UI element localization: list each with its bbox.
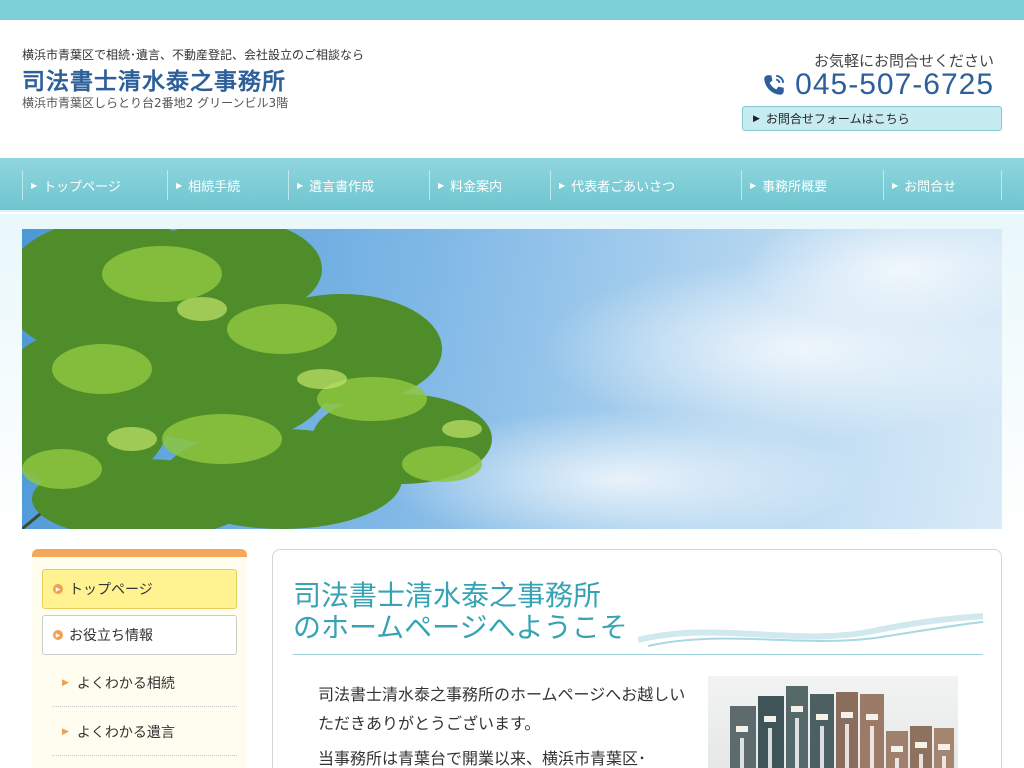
office-address: 横浜市青葉区しらとり台2番地2 グリーンビル3階 <box>22 96 289 110</box>
site-header: 横浜市青葉区で相続･遺言、不動産登記、会社設立のご相談なら 司法書士清水泰之事務… <box>0 20 1024 158</box>
sidebar-item-will-guide[interactable]: ▶ よくわかる遺言 <box>52 708 237 756</box>
nav-arrow-icon: ▶ <box>559 180 566 190</box>
welcome-line-2: のホームページへようこそ <box>293 611 628 644</box>
nav-item-will[interactable]: ▶ 遺言書作成 <box>288 170 429 200</box>
hero-image <box>22 229 1002 529</box>
nav-arrow-icon: ▶ <box>892 180 899 190</box>
binders-photo <box>708 676 958 768</box>
wave-decoration <box>638 613 983 647</box>
sidebar-item-label: よくわかる遺言 <box>76 724 175 741</box>
nav-item-contact[interactable]: ▶ お問合せ <box>883 170 1001 200</box>
phone-block: 045-507-6725 <box>761 68 994 102</box>
nav-item-office[interactable]: ▶ 事務所概要 <box>741 170 883 200</box>
main-content: 司法書士清水泰之事務所 のホームページへようこそ 司法書士清水泰之事務所のホーム… <box>272 549 1002 768</box>
nav-item-inheritance[interactable]: ▶ 相続手続 <box>167 170 288 200</box>
intro-text: 司法書士清水泰之事務所のホームページへお越しいただきありがとうございます。 当事… <box>318 680 693 768</box>
welcome-line-1: 司法書士清水泰之事務所 <box>293 579 602 612</box>
sidebar-item-inheritance-guide[interactable]: ▶ よくわかる相続 <box>52 659 237 707</box>
nav-arrow-icon: ▶ <box>31 180 38 190</box>
nav-item-top[interactable]: ▶ トップページ <box>22 170 167 200</box>
nav-item-fees[interactable]: ▶ 料金案内 <box>429 170 550 200</box>
nav-arrow-icon: ▶ <box>297 180 304 190</box>
office-name-logo[interactable]: 司法書士清水泰之事務所 <box>22 62 286 96</box>
sidebar-section-useful-info[interactable]: ▶ お役立ち情報 <box>42 615 237 655</box>
contact-form-button[interactable]: ▶ お問合せフォームはこちら <box>742 106 1002 131</box>
global-nav: ▶ トップページ ▶ 相続手続 ▶ 遺言書作成 ▶ 料金案内 ▶ 代表者ごあいさ… <box>0 158 1024 212</box>
nav-label: 事務所概要 <box>762 179 828 195</box>
triangle-icon: ▶ <box>62 677 69 688</box>
nav-label: 料金案内 <box>450 179 503 195</box>
phone-number[interactable]: 045-507-6725 <box>795 68 994 102</box>
sidebar-menu: ▶ トップページ ▶ お役立ち情報 ▶ よくわかる相続 ▶ よくわかる遺言 <box>32 549 247 768</box>
binders-illustration <box>730 686 954 768</box>
contact-form-label: お問合せフォームはこちら <box>765 112 910 126</box>
play-icon: ▶ <box>753 113 760 124</box>
sidebar-item-label: トップページ <box>69 582 153 598</box>
top-accent-bar <box>0 0 1024 20</box>
welcome-heading: 司法書士清水泰之事務所 のホームページへようこそ <box>293 580 628 644</box>
nav-label: 遺言書作成 <box>309 179 375 195</box>
sidebar-item-label: よくわかる相続 <box>76 675 175 692</box>
nav-label: 代表者ごあいさつ <box>571 179 676 195</box>
bullet-icon: ▶ <box>53 584 63 594</box>
bullet-icon: ▶ <box>53 630 63 640</box>
heading-underline <box>293 654 983 655</box>
tree-sky-illustration <box>22 229 1002 529</box>
intro-paragraph-2: 当事務所は青葉台で開業以来、横浜市青葉区･ <box>318 749 647 768</box>
sidebar-item-top[interactable]: ▶ トップページ <box>42 569 237 609</box>
triangle-icon: ▶ <box>62 726 69 737</box>
intro-paragraph-1: 司法書士清水泰之事務所のホームページへお越しいただきありがとうございます。 <box>318 685 686 733</box>
nav-arrow-icon: ▶ <box>438 180 445 190</box>
nav-item-greeting[interactable]: ▶ 代表者ごあいさつ <box>550 170 741 200</box>
header-tagline: 横浜市青葉区で相続･遺言、不動産登記、会社設立のご相談なら <box>22 48 365 62</box>
nav-label: トップページ <box>43 179 121 195</box>
phone-icon <box>764 74 785 95</box>
nav-arrow-icon: ▶ <box>750 180 757 190</box>
nav-arrow-icon: ▶ <box>176 180 183 190</box>
nav-label: お問合せ <box>904 179 957 195</box>
sidebar-section-label: お役立ち情報 <box>69 628 153 644</box>
nav-label: 相続手続 <box>188 179 241 195</box>
nav-divider <box>1001 170 1002 200</box>
